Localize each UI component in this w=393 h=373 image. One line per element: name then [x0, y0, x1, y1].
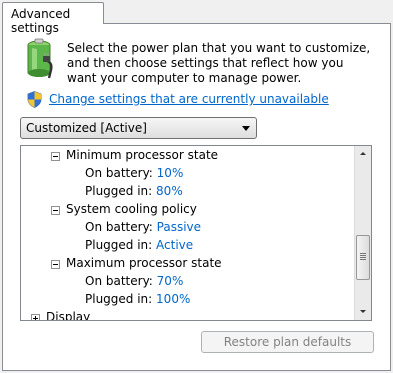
tab-advanced-settings[interactable]: Advanced settings [2, 2, 104, 35]
plugged-in-label: Plugged in: [85, 292, 153, 306]
tab-label: Advanced settings [11, 7, 71, 35]
tree-item-display[interactable]: Display [46, 308, 90, 320]
tree-item-max-processor-battery[interactable]: On battery: 70% [85, 272, 183, 290]
plan-description: Select the power plan that you want to c… [67, 41, 371, 85]
on-battery-label: On battery: [85, 220, 153, 234]
scrollbar-thumb[interactable] [356, 235, 370, 280]
uac-shield-icon [27, 91, 42, 108]
plugged-in-label: Plugged in: [85, 184, 153, 198]
on-battery-value[interactable]: Passive [157, 220, 201, 234]
settings-tree[interactable]: Minimum processor state On battery: 10% … [20, 145, 372, 321]
plugged-in-value[interactable]: 100% [156, 292, 190, 306]
tree-item-max-processor-plugged[interactable]: Plugged in: 100% [85, 290, 190, 308]
collapse-icon[interactable] [51, 206, 60, 215]
tree-item-min-processor-battery[interactable]: On battery: 10% [85, 164, 183, 182]
plugged-in-value[interactable]: Active [156, 238, 193, 252]
expand-icon[interactable] [31, 314, 40, 320]
power-plan-select[interactable]: Customized [Active] [20, 117, 257, 139]
power-plan-selected: Customized [Active] [26, 121, 147, 135]
collapse-icon[interactable] [51, 152, 60, 161]
tree-scrollbar[interactable] [354, 146, 371, 320]
chevron-down-icon [242, 126, 250, 131]
tree-item-min-processor-plugged[interactable]: Plugged in: 80% [85, 182, 183, 200]
battery-plug-icon [27, 38, 53, 79]
collapse-icon[interactable] [51, 260, 60, 269]
change-unavailable-settings-link[interactable]: Change settings that are currently unava… [49, 92, 329, 106]
on-battery-label: On battery: [85, 274, 153, 288]
tree-item-max-processor[interactable]: Maximum processor state [66, 254, 222, 272]
tree-item-cooling-battery[interactable]: On battery: Passive [85, 218, 201, 236]
plugged-in-value[interactable]: 80% [156, 184, 183, 198]
tree-item-cooling-plugged[interactable]: Plugged in: Active [85, 236, 193, 254]
restore-plan-defaults-button[interactable]: Restore plan defaults [201, 331, 374, 353]
tree-item-cooling-policy[interactable]: System cooling policy [66, 200, 197, 218]
on-battery-value[interactable]: 10% [157, 166, 184, 180]
on-battery-value[interactable]: 70% [157, 274, 184, 288]
on-battery-label: On battery: [85, 166, 153, 180]
tree-item-min-processor[interactable]: Minimum processor state [66, 146, 218, 164]
plugged-in-label: Plugged in: [85, 238, 153, 252]
scroll-up-arrow-icon[interactable] [355, 146, 371, 163]
scroll-down-arrow-icon[interactable] [355, 303, 371, 320]
